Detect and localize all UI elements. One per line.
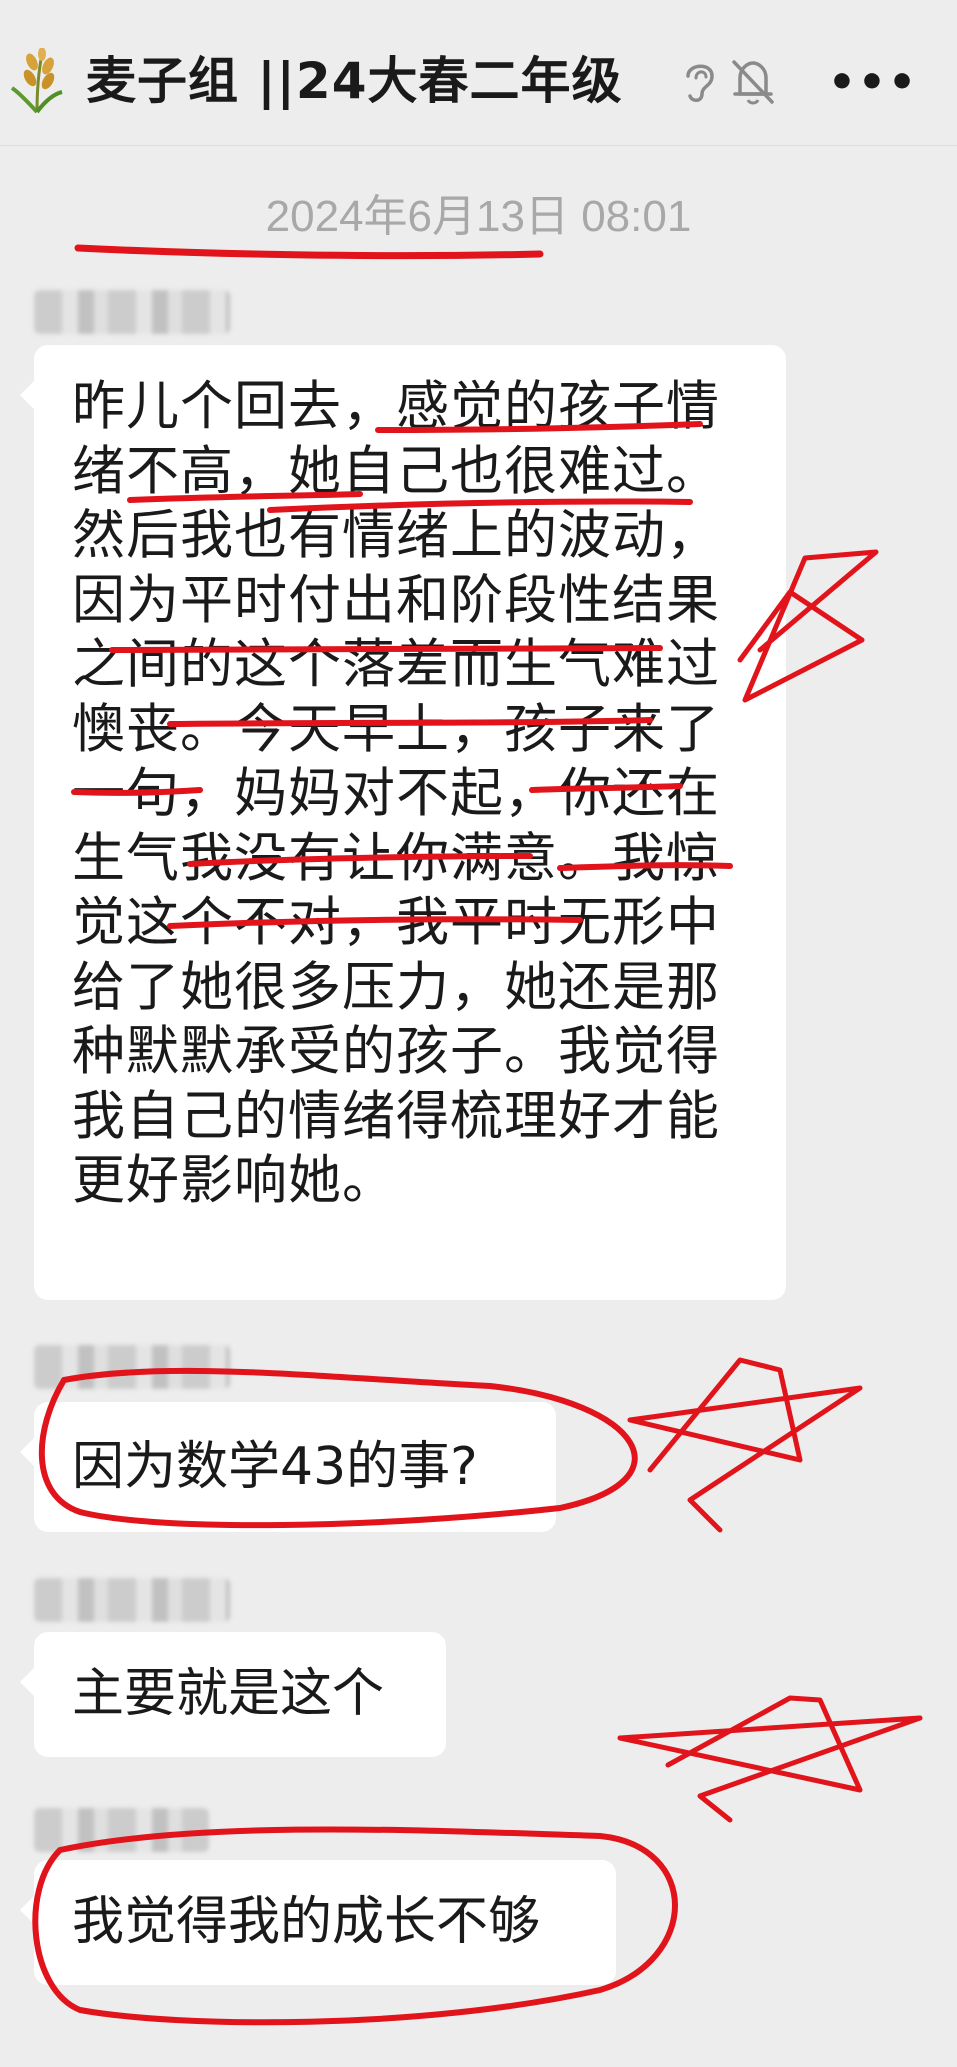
message-bubble[interactable]: 主要就是这个 [20, 1632, 446, 1757]
chat-title: 麦子组 ||24大春二年级 [86, 52, 623, 110]
message-line: 之间的这个落差而生气难过 [72, 634, 720, 695]
more-button[interactable]: ••• [828, 56, 916, 108]
message-line: 因为平时付出和阶段性结果 [72, 569, 720, 631]
message-bubble[interactable]: 因为数学43的事? [20, 1402, 556, 1532]
message-line: 生气我没有让你满意。我惊 [72, 827, 720, 889]
message-line: 然后我也有情绪上的波动， [72, 505, 720, 566]
message-line: 一句，妈妈对不起，你还在 [72, 763, 720, 824]
message-line: 种默默承受的孩子。我觉得 [72, 1021, 720, 1082]
sender-name-blurred [34, 1578, 230, 1622]
sender-name-blurred [34, 1808, 209, 1852]
message-line: 昨儿个回去，感觉的孩子情 [72, 376, 720, 437]
message-line: 更好影响她。 [72, 1150, 396, 1211]
message-bubble[interactable]: 我觉得我的成长不够 [20, 1860, 616, 1985]
message-line: 给了她很多压力，她还是那 [72, 956, 720, 1018]
chat-screen: 麦子组 ||24大春二年级 ••• 2024年6月13日 08:01 昨儿个回去… [0, 0, 957, 2067]
message-timestamp: 2024年6月13日 08:01 [265, 192, 692, 241]
wheat-group-avatar-icon[interactable] [8, 48, 66, 114]
annotation-underline [74, 244, 544, 260]
message-line: 绪不高，她自己也很难过。 [72, 440, 720, 502]
ear-icon [686, 64, 714, 102]
sender-name-blurred [34, 1345, 230, 1389]
annotation-star [627, 1357, 863, 1533]
message-line: 觉这个不对，我平时无形中 [72, 892, 720, 953]
sender-name-blurred [34, 290, 230, 334]
annotation-star [617, 1695, 923, 1823]
chat-header: 麦子组 ||24大春二年级 ••• [0, 0, 957, 146]
message-line: 懊丧。今天早上，孩子来了 [72, 698, 720, 760]
message-line: 我自己的情绪得梳理好才能 [72, 1085, 720, 1147]
bell-off-icon [732, 60, 774, 105]
message-bubble[interactable]: 昨儿个回去，感觉的孩子情 绪不高，她自己也很难过。 然后我也有情绪上的波动， 因… [20, 345, 786, 1300]
